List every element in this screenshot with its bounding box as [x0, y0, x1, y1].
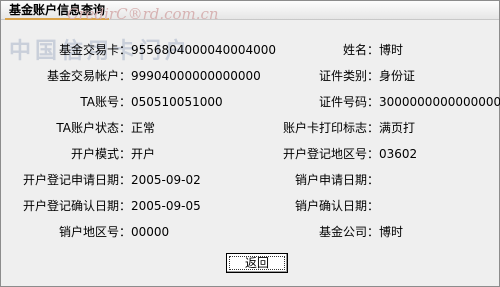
open-mode-value: 开户 — [131, 147, 156, 161]
fund-company-value: 博时 — [379, 225, 404, 239]
id-type-value: 身份证 — [379, 69, 416, 83]
open-apply-date-label: 开户登记申请日期： — [22, 173, 131, 187]
open-apply-date-value: 2005-09-02 — [131, 173, 201, 187]
name-value: 博时 — [379, 43, 404, 57]
window-title: 基金账户信息查询 — [5, 2, 110, 20]
ta-status-value: 正常 — [131, 121, 156, 135]
ta-status-label: TA账户状态： — [56, 121, 131, 135]
open-region-label: 开户登记地区号： — [282, 147, 379, 161]
fund-account-value: 99904000000000000 — [131, 69, 261, 83]
name-label: 姓名： — [342, 43, 379, 57]
card-print-flag-label: 账户卡打印标志： — [282, 121, 379, 135]
id-number-label: 证件号码： — [318, 95, 379, 109]
fund-card-label: 基金交易卡： — [58, 43, 131, 57]
open-region-value: 03602 — [379, 147, 418, 161]
id-number-value: 300000000000000004 — [379, 95, 500, 109]
fund-account-query-window: 基金账户信息查询 CredirC®rd.com.cn 中国信用卡门户 基金交易卡… — [0, 0, 500, 287]
back-button[interactable]: 返回 — [226, 253, 288, 273]
back-button-label: 返回 — [244, 256, 269, 270]
close-region-value: 00000 — [131, 225, 170, 239]
id-type-label: 证件类别： — [318, 69, 379, 83]
card-print-flag-value: 满页打 — [379, 121, 416, 135]
title-bar: 基金账户信息查询 — [1, 1, 499, 20]
close-apply-date-label: 销户申请日期： — [294, 173, 379, 187]
fund-card-value: 9556804000040004000 — [131, 43, 277, 57]
ta-account-value: 050510051000 — [131, 95, 223, 109]
ta-account-label: TA账号： — [80, 95, 131, 109]
close-confirm-date-label: 销户确认日期： — [294, 199, 379, 213]
open-mode-label: 开户模式： — [70, 147, 131, 161]
close-region-label: 销户地区号： — [58, 225, 131, 239]
fund-company-label: 基金公司： — [318, 225, 379, 239]
fund-account-label: 基金交易帐户： — [46, 69, 131, 83]
open-confirm-date-label: 开户登记确认日期： — [22, 199, 131, 213]
open-confirm-date-value: 2005-09-05 — [131, 199, 201, 213]
